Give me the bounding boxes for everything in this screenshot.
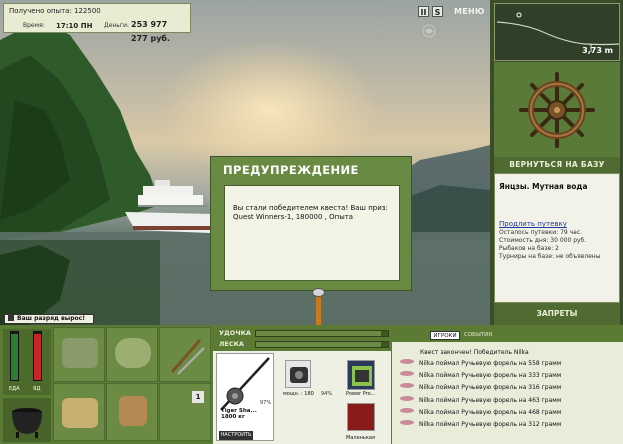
fish-icon xyxy=(400,371,414,376)
tab-players[interactable]: ИГРОКИ xyxy=(430,331,460,340)
event-log-panel: ИГРОКИ СОБЫТИЯ Квест закончен! Победител… xyxy=(392,325,623,444)
fish-icon xyxy=(400,420,414,425)
rod-percent: 97% xyxy=(260,400,272,406)
inventory-slot-bucket[interactable] xyxy=(106,383,158,441)
warning-dialog: ПРЕДУПРЕЖДЕНИЕ Вы стали победителем квес… xyxy=(210,156,412,291)
log-row-text: Nilka поймал Ручьевую форель на 312 грам… xyxy=(419,421,562,428)
line-tension-fill xyxy=(256,342,382,347)
money-value: 253 977 277 руб. xyxy=(131,20,171,43)
fish-icon xyxy=(400,396,414,401)
bans-button[interactable]: ЗАПРЕТЫ xyxy=(494,303,620,325)
rod-tension-bar xyxy=(255,330,389,337)
fish-icon xyxy=(400,408,414,413)
watermark-logo xyxy=(422,24,482,40)
line-slot[interactable] xyxy=(347,360,375,390)
log-row: Nilka поймал Ручьевую форель на 316 грам… xyxy=(400,383,561,393)
food-label: ЕДА xyxy=(9,386,20,392)
bait-caption: Маленькая xyxy=(346,435,375,441)
backpack-icon xyxy=(62,338,98,368)
dialog-text: Вы стали победителем квеста! Ваш приз: Q… xyxy=(233,204,388,221)
tackle-panel: УДОЧКА ЛЕСКА 97% мощн. : 180 94% Power P… xyxy=(213,325,391,444)
line-spool-icon xyxy=(352,366,372,386)
cauldron-icon xyxy=(12,408,42,438)
inventory-slot-bag[interactable] xyxy=(106,327,158,382)
player-info-box: Получено опыта: 122500 Время: 17:10 ПН Д… xyxy=(3,3,191,43)
day-cost: Стоимость дня: 30 000 руб. xyxy=(499,237,587,244)
pause-button[interactable]: II xyxy=(418,5,429,17)
reel-percent: 94% xyxy=(321,391,333,397)
location-panel: Янцзы. Мутная вода Продлить путевку Оста… xyxy=(494,173,620,303)
line-tension-bar xyxy=(255,341,389,348)
money-label: Деньги: xyxy=(104,22,129,29)
fish-icon xyxy=(400,383,414,388)
log-row: Nilka поймал Ручьевую форель на 312 грам… xyxy=(400,420,561,430)
time-value: 17:10 ПН xyxy=(56,22,93,30)
return-to-base-button[interactable]: ВЕРНУТЬСЯ НА БАЗУ xyxy=(494,157,620,173)
tools-icon xyxy=(170,339,205,375)
status-bars: ЕДА ЯД xyxy=(3,329,51,395)
reel-item-icon xyxy=(290,367,308,383)
log-row-text: Nilka поймал Ручьевую форель на 333 грам… xyxy=(419,372,562,379)
cauldron-slot[interactable] xyxy=(3,398,51,442)
slot-number-badge[interactable]: 1 xyxy=(192,391,204,403)
rod-slot[interactable] xyxy=(216,353,274,441)
top-controls: II S МЕНЮ xyxy=(418,4,485,18)
line-caption: Power Pro... xyxy=(346,391,376,397)
time-label: Время: xyxy=(23,22,45,29)
food-bar-fill xyxy=(11,334,18,380)
game-root: Получено опыта: 122500 Время: 17:10 ПН Д… xyxy=(0,0,623,444)
depth-profile: 3,73 m xyxy=(494,3,620,61)
ship-wheel-icon xyxy=(519,72,595,148)
rod-name-line2: 1800 кг xyxy=(221,414,245,420)
line-label: ЛЕСКА xyxy=(219,340,244,348)
sound-button[interactable]: S xyxy=(432,5,443,17)
tab-events[interactable]: СОБЫТИЯ xyxy=(464,331,492,340)
log-row: Nilka поймал Ручьевую форель на 468 грам… xyxy=(400,408,561,418)
food-bar xyxy=(10,331,19,381)
inventory-slot-tools[interactable] xyxy=(159,327,211,382)
anglers-count: Рыбаков на базе: 2 xyxy=(499,245,559,252)
inventory-slot-backpack[interactable] xyxy=(53,327,105,382)
bag-icon xyxy=(115,338,151,368)
notice-icon xyxy=(8,315,14,321)
rod-name: Tiger Sha... 1800 кг xyxy=(221,408,257,420)
poison-bar xyxy=(33,331,42,381)
tackle-status: УДОЧКА ЛЕСКА xyxy=(213,325,391,351)
bait-slot[interactable] xyxy=(347,403,375,431)
menu-button[interactable]: МЕНЮ xyxy=(454,7,485,16)
location-title: Янцзы. Мутная вода xyxy=(499,182,588,191)
tournaments-info: Турниры на базе: не объявлены xyxy=(499,253,601,260)
bucket-icon xyxy=(119,396,147,426)
dialog-title: ПРЕДУПРЕЖДЕНИЕ xyxy=(223,163,359,177)
log-tabs: ИГРОКИ СОБЫТИЯ xyxy=(392,325,623,342)
rank-text: Ваш разряд вырос! xyxy=(17,315,85,322)
rank-up-notice: Ваш разряд вырос! xyxy=(4,314,94,324)
basket-icon xyxy=(62,398,98,428)
log-row: Nilka поймал Ручьевую форель на 333 грам… xyxy=(400,371,561,381)
setup-button[interactable]: НАСТРОИТЬ xyxy=(219,431,253,440)
log-row-text: Nilka поймал Ручьевую форель на 316 грам… xyxy=(419,384,562,391)
rod-tension-fill xyxy=(256,331,382,336)
fish-icon xyxy=(400,359,414,364)
poison-label: ЯД xyxy=(33,386,41,392)
experience-text: Получено опыта: 122500 xyxy=(9,7,101,15)
reel-slot[interactable] xyxy=(285,360,311,388)
dialog-body: Вы стали победителем квеста! Ваш приз: Q… xyxy=(224,185,400,281)
reel-icon xyxy=(312,288,325,297)
log-row: Nilka поймал Ручьевую форель на 463 грам… xyxy=(400,396,561,406)
inventory-slot-basket[interactable] xyxy=(53,383,105,441)
trip-remaining: Осталось путевки: 79 час. xyxy=(499,229,583,236)
log-row-text: Nilka поймал Ручьевую форель на 558 грам… xyxy=(419,360,562,367)
depth-value: 3,73 m xyxy=(582,46,613,55)
ship-wheel-panel[interactable] xyxy=(494,62,620,157)
rod-label: УДОЧКА xyxy=(219,329,251,337)
reel-caption: мощн. : 180 xyxy=(283,391,314,397)
log-row-text: Nilka поймал Ручьевую форель на 463 грам… xyxy=(419,397,562,404)
log-header: Квест закончен! Победитель Nilka xyxy=(420,349,529,356)
extend-trip-link[interactable]: Продлить путевку xyxy=(499,220,567,228)
log-row-text: Nilka поймал Ручьевую форель на 468 грам… xyxy=(419,409,562,416)
log-row: Nilka поймал Ручьевую форель на 558 грам… xyxy=(400,359,561,369)
poison-bar-fill xyxy=(34,334,41,380)
